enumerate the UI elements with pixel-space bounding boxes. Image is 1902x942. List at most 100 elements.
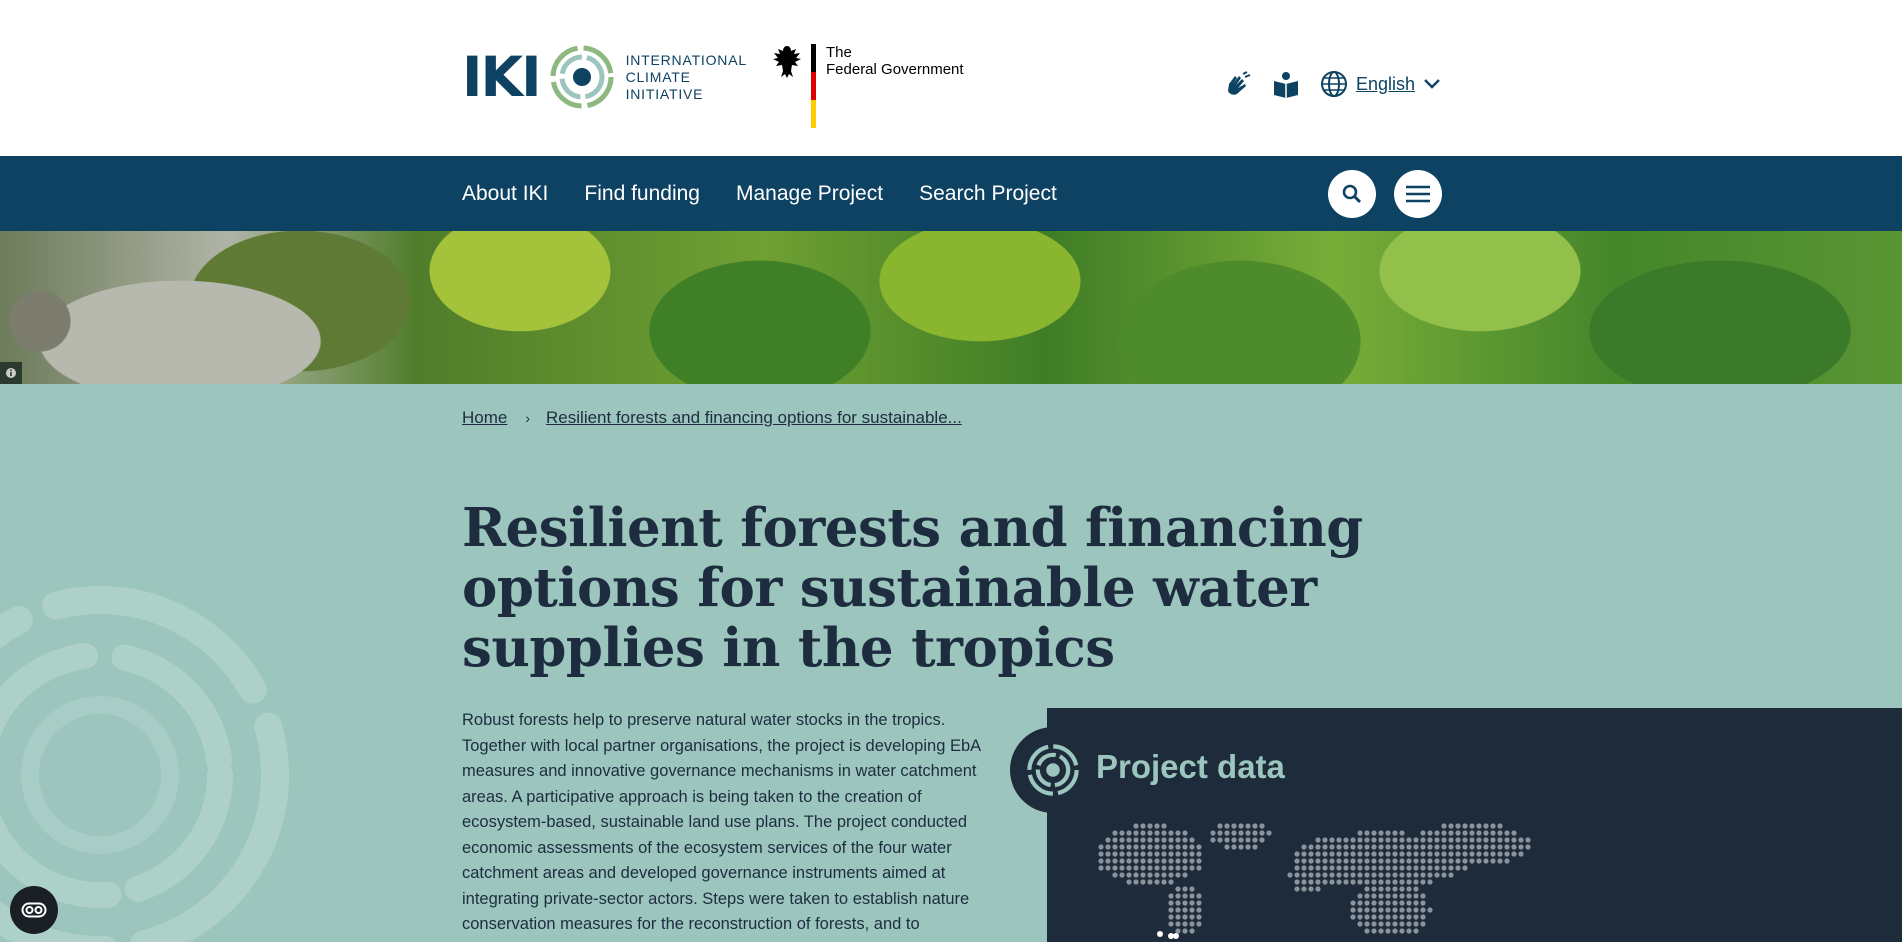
language-label[interactable]: English [1356,74,1415,95]
map-dot [1182,872,1188,878]
iki-ring-icon [550,45,614,109]
map-dot [1231,830,1237,836]
map-dot [1399,872,1405,878]
map-dot [1133,837,1139,843]
map-dot [1378,872,1384,878]
easy-language-button[interactable] [1270,68,1302,100]
map-dot [1252,837,1258,843]
map-dot [1182,844,1188,850]
map-dot [1392,900,1398,906]
map-dot [1378,914,1384,920]
language-selector[interactable]: English [1320,70,1441,98]
map-dot [1126,851,1132,857]
map-dot [1525,844,1531,850]
map-dot [1189,851,1195,857]
map-dot [1112,844,1118,850]
map-marker [1173,933,1179,939]
map-dot [1490,837,1496,843]
map-dot [1413,858,1419,864]
iki-logo[interactable]: IKI INTERNATIONAL CLIMATE INITIATIVE [462,44,747,110]
map-dot [1161,858,1167,864]
map-dot [1455,851,1461,857]
map-dot [1259,830,1265,836]
map-dot [1182,858,1188,864]
map-dot [1364,914,1370,920]
map-dot [1483,844,1489,850]
map-dot [1154,830,1160,836]
map-dot [1371,851,1377,857]
map-dot [1399,921,1405,927]
map-dot [1385,928,1391,934]
map-dot [1364,879,1370,885]
nav-item-manage-project[interactable]: Manage Project [736,182,883,206]
map-dot [1462,823,1468,829]
map-dot [1322,879,1328,885]
map-dot [1490,858,1496,864]
map-dot [1112,830,1118,836]
map-dot [1420,893,1426,899]
map-dot [1119,872,1125,878]
map-dot [1364,921,1370,927]
map-dot [1434,851,1440,857]
menu-button[interactable] [1394,170,1442,218]
map-dot [1308,851,1314,857]
map-dot [1420,872,1426,878]
menu-icon [1406,185,1430,203]
sign-language-button[interactable] [1224,68,1256,100]
map-dot [1175,907,1181,913]
map-dot [1448,823,1454,829]
map-dot [1189,844,1195,850]
map-dot [1322,851,1328,857]
map-dot [1364,837,1370,843]
map-dot [1357,830,1363,836]
map-dot [1217,830,1223,836]
map-dot [1343,851,1349,857]
map-dot [1357,921,1363,927]
federal-government-logo[interactable]: The Federal Government [771,44,964,130]
nav-item-about-iki[interactable]: About IKI [462,182,548,206]
map-dot [1399,865,1405,871]
nav-item-find-funding[interactable]: Find funding [584,182,700,206]
map-dot [1154,858,1160,864]
map-dot [1378,893,1384,899]
map-dot [1448,844,1454,850]
map-dot [1462,830,1468,836]
map-dot [1217,823,1223,829]
map-dot [1301,879,1307,885]
map-dot [1161,865,1167,871]
map-dot [1161,844,1167,850]
map-dot [1315,886,1321,892]
map-dot [1182,865,1188,871]
iki-word-2: CLIMATE [625,68,691,85]
map-dot [1322,844,1328,850]
map-dot [1371,893,1377,899]
map-dot [1364,893,1370,899]
breadcrumb-current[interactable]: Resilient forests and financing options … [546,408,962,428]
map-dot [1462,837,1468,843]
map-dot [1378,879,1384,885]
breadcrumb-home[interactable]: Home [462,408,507,428]
map-dot [1462,844,1468,850]
map-dot [1483,851,1489,857]
search-button[interactable] [1328,170,1376,218]
nav-item-search-project[interactable]: Search Project [919,182,1057,206]
cookie-settings-button[interactable] [10,886,58,934]
map-dot [1364,907,1370,913]
map-dot [1399,893,1405,899]
map-dot [1105,865,1111,871]
map-dot [1357,900,1363,906]
map-dot [1385,851,1391,857]
map-dot [1119,844,1125,850]
map-dot [1490,823,1496,829]
page-title: Resilient forests and financing options … [462,497,1363,679]
map-dot [1385,907,1391,913]
map-dot [1098,851,1104,857]
image-info-button[interactable] [0,362,22,384]
map-dot [1294,858,1300,864]
map-dot [1385,858,1391,864]
map-dot [1168,844,1174,850]
map-dot [1392,851,1398,857]
map-dot [1126,879,1132,885]
map-dot [1140,830,1146,836]
map-dot [1301,886,1307,892]
